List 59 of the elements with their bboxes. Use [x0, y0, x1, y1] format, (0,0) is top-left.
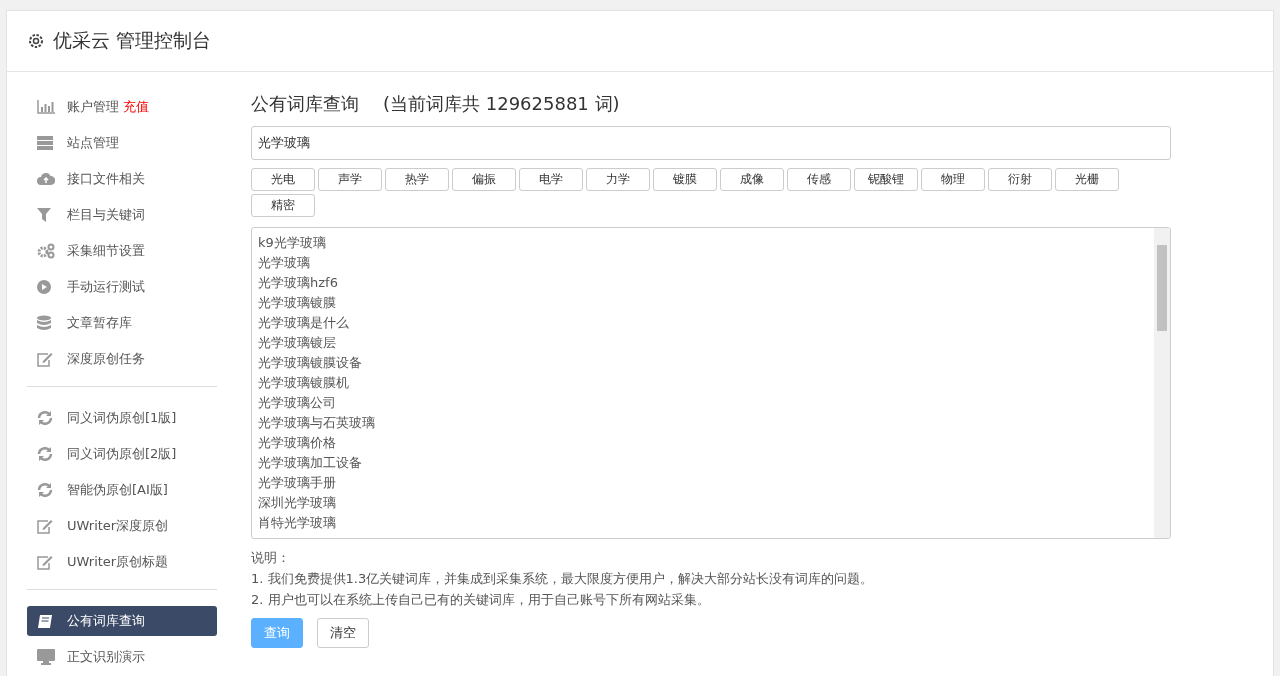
sidebar-item[interactable]: 账户管理 充值	[27, 92, 217, 122]
scrollbar[interactable]	[1154, 228, 1170, 538]
result-item[interactable]: 肖特光学玻璃	[258, 513, 336, 533]
keyword-tag[interactable]: 铌酸锂	[854, 168, 918, 191]
sidebar-item[interactable]: 深度原创任务	[27, 344, 217, 374]
keyword-tag[interactable]: 声学	[318, 168, 382, 191]
result-item[interactable]: 光学玻璃	[258, 253, 310, 273]
result-item[interactable]: 光学玻璃加工设备	[258, 453, 362, 473]
result-item[interactable]: k9光学玻璃	[258, 233, 326, 253]
settings-icon	[27, 32, 45, 50]
note-text: 2. 用户也可以在系统上传自己已有的关键词库，用于自己账号下所有网站采集。	[251, 591, 711, 609]
result-item[interactable]: 光学玻璃与石英玻璃	[258, 413, 375, 433]
cloud-upload-icon	[37, 172, 57, 186]
keyword-tag[interactable]: 光电	[251, 168, 315, 191]
sidebar-item[interactable]: UWriter深度原创	[27, 511, 217, 541]
sidebar-item[interactable]: 同义词伪原创[2版]	[27, 439, 217, 469]
monitor-icon	[37, 649, 57, 665]
sidebar-item[interactable]: UWriter原创标题	[27, 547, 217, 577]
sidebar-item[interactable]: 公有词库查询	[27, 606, 217, 636]
sidebar-item[interactable]: 站点管理	[27, 128, 217, 158]
result-item[interactable]: 光学玻璃镀膜	[258, 293, 336, 313]
keyword-tag[interactable]: 偏振	[452, 168, 516, 191]
result-item[interactable]: 光学玻璃公司	[258, 393, 336, 413]
keyword-tag[interactable]: 成像	[720, 168, 784, 191]
result-item[interactable]: 光学玻璃hzf6	[258, 273, 338, 293]
notes-heading: 说明：	[251, 549, 291, 567]
sidebar-item[interactable]: 栏目与关键词	[27, 200, 217, 230]
keyword-tag[interactable]: 传感	[787, 168, 851, 191]
result-list[interactable]: k9光学玻璃 光学玻璃 光学玻璃hzf6 光学玻璃镀膜 光学玻璃是什么 光学玻璃镀层 光学玻璃镀膜设备 光学玻璃镀膜机 光学玻璃公司 光学玻璃与石英玻璃 光学玻璃价格 光学玻璃加工设备 光学玻璃手册 深圳光学玻璃 肖特光学玻璃	[251, 227, 1171, 539]
word-count: (当前词库共 129625881 词)	[383, 92, 620, 116]
result-item[interactable]: 光学玻璃是什么	[258, 313, 349, 333]
result-item[interactable]: 深圳光学玻璃	[258, 493, 336, 513]
bar-chart-icon	[37, 100, 57, 114]
sidebar-item[interactable]: 文章暂存库	[27, 308, 217, 338]
sidebar-item[interactable]: 采集细节设置	[27, 236, 217, 266]
console-title: 优采云 管理控制台	[53, 28, 212, 53]
sidebar-item[interactable]: 手动运行测试	[27, 272, 217, 302]
keyword-tag[interactable]: 镀膜	[653, 168, 717, 191]
result-item[interactable]: 光学玻璃手册	[258, 473, 336, 493]
result-item[interactable]: 光学玻璃镀膜机	[258, 373, 349, 393]
keyword-tag[interactable]: 热学	[385, 168, 449, 191]
page-title: 公有词库查询	[251, 92, 359, 116]
result-item[interactable]: 光学玻璃价格	[258, 433, 336, 453]
sidebar-item[interactable]: 正文识别演示	[27, 642, 217, 672]
keyword-tag[interactable]: 精密	[251, 194, 315, 217]
result-item[interactable]: 光学玻璃镀膜设备	[258, 353, 362, 373]
result-item[interactable]: 光学玻璃镀层	[258, 333, 336, 353]
gears-icon	[37, 243, 57, 259]
sidebar-item[interactable]: 同义词伪原创[1版]	[27, 403, 217, 433]
sidebar-item[interactable]: 智能伪原创[AI版]	[27, 475, 217, 505]
keyword-tag[interactable]: 电学	[519, 168, 583, 191]
clear-button[interactable]: 清空	[317, 618, 369, 648]
sidebar-item[interactable]: 接口文件相关	[27, 164, 217, 194]
note-text: 1. 我们免费提供1.3亿关键词库，并集成到采集系统，最大限度方便用户，解决大部分站长没有词库的问题。	[251, 570, 875, 588]
keyword-tag[interactable]: 力学	[586, 168, 650, 191]
keyword-tag[interactable]: 光栅	[1055, 168, 1119, 191]
search-field[interactable]: 光学玻璃	[251, 126, 1171, 160]
keyword-tag[interactable]: 衍射	[988, 168, 1052, 191]
keyword-tag[interactable]: 物理	[921, 168, 985, 191]
